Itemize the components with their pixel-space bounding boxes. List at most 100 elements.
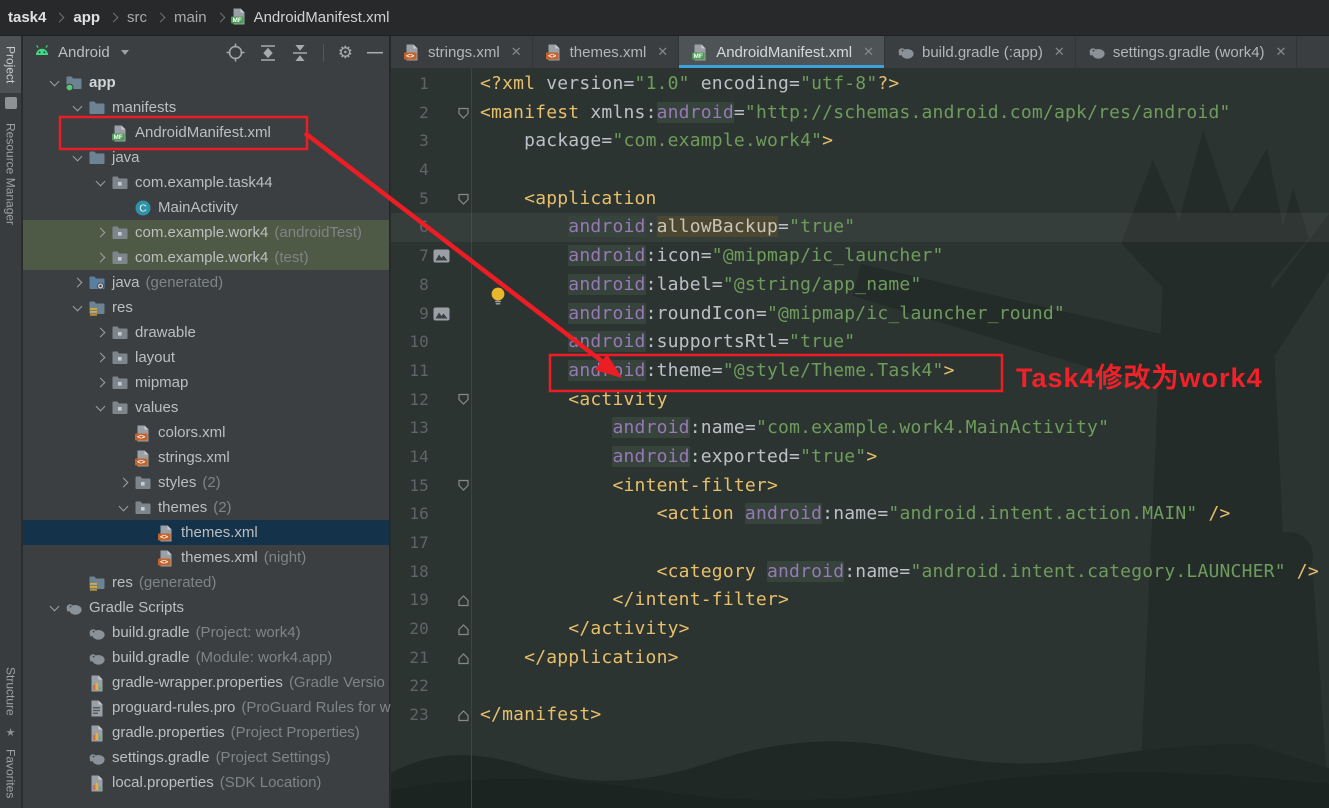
code-pane[interactable]: 1 <?xml version="1.0" encoding="utf-8"?> 2… bbox=[391, 68, 1329, 808]
code-line-2[interactable]: 2 <manifest xmlns:android="http://schemas… bbox=[391, 99, 1329, 128]
tree-collapse-chevron-icon[interactable] bbox=[89, 252, 111, 263]
expand-all-icon[interactable] bbox=[259, 44, 277, 62]
code-line-18[interactable]: 18 <category android:name="android.inten… bbox=[391, 558, 1329, 587]
settings-gear-icon[interactable]: ⚙ bbox=[338, 43, 353, 63]
tree-item-com-example-work4[interactable]: com.example.work4 (test) bbox=[23, 245, 389, 270]
tree-expand-chevron-icon[interactable] bbox=[89, 401, 111, 411]
drawable-preview-icon[interactable] bbox=[433, 249, 450, 263]
tree-item-values[interactable]: values bbox=[23, 395, 389, 420]
fold-marker-icon[interactable] bbox=[457, 479, 470, 492]
close-tab-icon[interactable]: ✕ bbox=[1054, 44, 1065, 60]
code-line-7[interactable]: 7 android:icon="@mipmap/ic_launcher" bbox=[391, 242, 1329, 271]
tree-item-res[interactable]: res (generated) bbox=[23, 570, 389, 595]
close-tab-icon[interactable]: ✕ bbox=[863, 44, 874, 60]
tree-collapse-chevron-icon[interactable] bbox=[66, 277, 88, 288]
code-line-5[interactable]: 5 <application bbox=[391, 185, 1329, 214]
tree-item-gradle-scripts[interactable]: Gradle Scripts bbox=[23, 595, 389, 620]
tree-item-build-gradle[interactable]: build.gradle (Project: work4) bbox=[23, 620, 389, 645]
code-line-22[interactable]: 22 bbox=[391, 672, 1329, 701]
fold-marker-icon[interactable] bbox=[457, 107, 470, 120]
tree-collapse-chevron-icon[interactable] bbox=[89, 377, 111, 388]
tree-collapse-chevron-icon[interactable] bbox=[89, 327, 111, 338]
tree-item-settings-gradle[interactable]: settings.gradle (Project Settings) bbox=[23, 745, 389, 770]
tool-window-button-resource-manager[interactable]: Resource Manager bbox=[0, 113, 21, 235]
tree-item-layout[interactable]: layout bbox=[23, 345, 389, 370]
tree-expand-chevron-icon[interactable] bbox=[43, 76, 65, 86]
tree-expand-chevron-icon[interactable] bbox=[43, 601, 65, 611]
tree-item-java[interactable]: java bbox=[23, 145, 389, 170]
code-line-23[interactable]: 23 </manifest> bbox=[391, 701, 1329, 730]
tree-item-java[interactable]: java (generated) bbox=[23, 270, 389, 295]
hide-panel-icon[interactable]: — bbox=[367, 44, 383, 62]
locate-file-icon[interactable] bbox=[226, 43, 245, 62]
editor-tab-settings.gradle[interactable]: settings.gradle (work4) ✕ bbox=[1076, 36, 1298, 68]
breadcrumb-item-src[interactable]: src bbox=[123, 9, 151, 26]
code-line-14[interactable]: 14 android:exported="true"> bbox=[391, 443, 1329, 472]
tree-item-res[interactable]: res bbox=[23, 295, 389, 320]
code-line-12[interactable]: 12 <activity bbox=[391, 386, 1329, 415]
code-line-6[interactable]: 6 android:allowBackup="true" bbox=[391, 213, 1329, 243]
breadcrumb-item-file[interactable]: MF AndroidManifest.xml bbox=[230, 7, 389, 29]
tree-expand-chevron-icon[interactable] bbox=[66, 301, 88, 311]
editor-tab-build.gradle[interactable]: build.gradle (:app) ✕ bbox=[885, 36, 1076, 68]
code-line-3[interactable]: 3 package="com.example.work4"> bbox=[391, 127, 1329, 156]
tree-item-themes-xml[interactable]: <> themes.xml (night) bbox=[23, 545, 389, 570]
code-line-21[interactable]: 21 </application> bbox=[391, 644, 1329, 673]
tree-item-manifests[interactable]: manifests bbox=[23, 95, 389, 120]
breadcrumb-item-main[interactable]: main bbox=[170, 9, 211, 26]
tree-item-drawable[interactable]: drawable bbox=[23, 320, 389, 345]
fold-marker-icon[interactable] bbox=[457, 623, 470, 636]
code-line-9[interactable]: 9 android:roundIcon="@mipmap/ic_launcher… bbox=[391, 300, 1329, 329]
fold-marker-icon[interactable] bbox=[457, 652, 470, 665]
tree-item-colors-xml[interactable]: <> colors.xml bbox=[23, 420, 389, 445]
tree-item-app[interactable]: app bbox=[23, 70, 389, 95]
tree-item-local-properties[interactable]: local.properties (SDK Location) bbox=[23, 770, 389, 795]
editor-tab-strings.xml[interactable]: <> strings.xml ✕ bbox=[391, 36, 533, 68]
tree-expand-chevron-icon[interactable] bbox=[66, 101, 88, 111]
code-line-1[interactable]: 1 <?xml version="1.0" encoding="utf-8"?> bbox=[391, 70, 1329, 99]
tree-item-proguard-rules-pro[interactable]: proguard-rules.pro (ProGuard Rules for w bbox=[23, 695, 391, 720]
tree-item-build-gradle[interactable]: build.gradle (Module: work4.app) bbox=[23, 645, 389, 670]
collapse-all-icon[interactable] bbox=[291, 44, 309, 62]
fold-marker-icon[interactable] bbox=[457, 393, 470, 406]
tree-item-androidmanifest-xml[interactable]: MF AndroidManifest.xml bbox=[23, 120, 389, 145]
code-line-20[interactable]: 20 </activity> bbox=[391, 615, 1329, 644]
tree-item-com-example-work4[interactable]: com.example.work4 (androidTest) bbox=[23, 220, 389, 245]
drawable-preview-icon[interactable] bbox=[433, 307, 450, 321]
code-line-16[interactable]: 16 <action android:name="android.intent.… bbox=[391, 500, 1329, 529]
close-tab-icon[interactable]: ✕ bbox=[1276, 44, 1287, 60]
breadcrumb-item-app[interactable]: app bbox=[69, 9, 104, 26]
editor-tab-AndroidManifest.xml[interactable]: MF AndroidManifest.xml ✕ bbox=[679, 36, 885, 68]
code-line-10[interactable]: 10 android:supportsRtl="true" bbox=[391, 328, 1329, 357]
tree-collapse-chevron-icon[interactable] bbox=[89, 227, 111, 238]
tree-item-strings-xml[interactable]: <> strings.xml bbox=[23, 445, 389, 470]
tree-item-mipmap[interactable]: mipmap bbox=[23, 370, 389, 395]
tree-item-styles[interactable]: styles (2) bbox=[23, 470, 389, 495]
tool-window-button-structure[interactable]: Structure bbox=[0, 657, 21, 726]
tree-item-themes[interactable]: themes (2) bbox=[23, 495, 389, 520]
code-editor[interactable]: 1 <?xml version="1.0" encoding="utf-8"?> 2… bbox=[391, 68, 1329, 808]
project-view-selector[interactable]: Android bbox=[33, 43, 129, 63]
tree-item-mainactivity[interactable]: C MainActivity bbox=[23, 195, 389, 220]
tool-window-button-favorites[interactable]: Favorites bbox=[0, 739, 21, 808]
tree-expand-chevron-icon[interactable] bbox=[66, 151, 88, 161]
editor-tab-themes.xml[interactable]: <> themes.xml ✕ bbox=[533, 36, 680, 68]
tree-expand-chevron-icon[interactable] bbox=[112, 501, 134, 511]
close-tab-icon[interactable]: ✕ bbox=[511, 44, 522, 60]
intention-bulb-icon[interactable] bbox=[489, 286, 507, 306]
tool-window-button-project[interactable]: Project bbox=[0, 36, 21, 94]
tree-collapse-chevron-icon[interactable] bbox=[112, 477, 134, 488]
code-line-4[interactable]: 4 bbox=[391, 156, 1329, 185]
tree-item-themes-xml[interactable]: <> themes.xml bbox=[23, 520, 389, 545]
code-line-19[interactable]: 19 </intent-filter> bbox=[391, 586, 1329, 615]
fold-marker-icon[interactable] bbox=[457, 594, 470, 607]
tree-collapse-chevron-icon[interactable] bbox=[89, 352, 111, 363]
tree-item-gradle-properties[interactable]: gradle.properties (Project Properties) bbox=[23, 720, 389, 745]
code-line-17[interactable]: 17 bbox=[391, 529, 1329, 558]
close-tab-icon[interactable]: ✕ bbox=[657, 44, 668, 60]
code-line-11[interactable]: 11 android:theme="@style/Theme.Task4"> bbox=[391, 357, 1329, 386]
tree-item-gradle-wrapper-properties[interactable]: gradle-wrapper.properties (Gradle Versio bbox=[23, 670, 389, 695]
code-line-8[interactable]: 8 android:label="@string/app_name" bbox=[391, 271, 1329, 300]
breadcrumb-item-project[interactable]: task4 bbox=[4, 9, 50, 26]
code-line-13[interactable]: 13 android:name="com.example.work4.MainA… bbox=[391, 414, 1329, 443]
